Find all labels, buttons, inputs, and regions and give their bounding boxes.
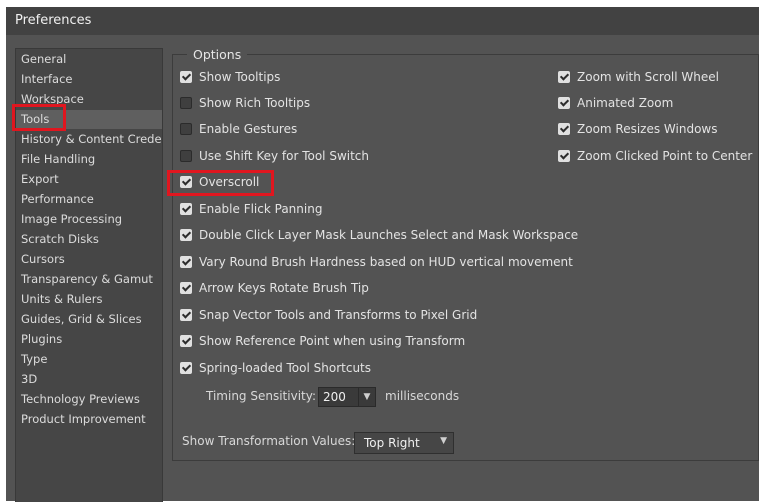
sidebar-item-transparency[interactable]: Transparency & Gamut	[16, 270, 162, 289]
flick-panning-label: Enable Flick Panning	[199, 202, 323, 216]
show-rich-tooltips-checkbox[interactable]	[180, 97, 192, 109]
tools-highlight-box	[12, 104, 66, 131]
animated-zoom-checkbox[interactable]	[558, 97, 570, 109]
flick-panning-checkbox[interactable]	[180, 203, 192, 215]
sidebar-item-cursors[interactable]: Cursors	[16, 250, 162, 269]
layer-mask-select-label: Double Click Layer Mask Launches Select …	[199, 228, 579, 242]
reference-point-label: Show Reference Point when using Transfor…	[199, 334, 466, 348]
sidebar-item-type[interactable]: Type	[16, 350, 162, 369]
brush-hardness-checkbox[interactable]	[180, 256, 192, 268]
chevron-down-icon: ▼	[440, 436, 447, 446]
sidebar-item-3d[interactable]: 3D	[16, 370, 162, 389]
transformation-values-select[interactable]: Top Right ▼	[354, 432, 454, 454]
show-tooltips-checkbox[interactable]	[180, 71, 192, 83]
zoom-scroll-wheel-checkbox[interactable]	[558, 71, 570, 83]
sidebar-item-scratch-disks[interactable]: Scratch Disks	[16, 230, 162, 249]
options-legend: Options	[187, 47, 248, 62]
show-rich-tooltips-label: Show Rich Tooltips	[199, 96, 311, 110]
preferences-window: Preferences General Interface Workspace …	[6, 7, 759, 502]
sidebar-item-performance[interactable]: Performance	[16, 190, 162, 209]
sidebar-item-export[interactable]: Export	[16, 170, 162, 189]
brush-hardness-label: Vary Round Brush Hardness based on HUD v…	[199, 255, 573, 269]
arrow-keys-brush-checkbox[interactable]	[180, 282, 192, 294]
timing-sensitivity-value: 200	[323, 390, 346, 404]
sidebar-item-plugins[interactable]: Plugins	[16, 330, 162, 349]
sidebar-item-units-rulers[interactable]: Units & Rulers	[16, 290, 162, 309]
enable-gestures-checkbox[interactable]	[180, 123, 192, 135]
shift-key-tool-switch-checkbox[interactable]	[180, 150, 192, 162]
sidebar-item-image-processing[interactable]: Image Processing	[16, 210, 162, 229]
timing-sensitivity-label: Timing Sensitivity:	[206, 389, 316, 403]
zoom-clicked-point-label: Zoom Clicked Point to Center	[577, 149, 753, 163]
sidebar-item-general[interactable]: General	[16, 50, 162, 69]
transformation-values-value: Top Right	[364, 436, 420, 450]
chevron-down-icon[interactable]: ▼	[358, 388, 375, 406]
snap-pixel-grid-checkbox[interactable]	[180, 309, 192, 321]
sidebar-item-history[interactable]: History & Content Creden...	[16, 130, 162, 149]
sidebar-item-file-handling[interactable]: File Handling	[16, 150, 162, 169]
zoom-resizes-windows-label: Zoom Resizes Windows	[577, 122, 718, 136]
timing-sensitivity-input[interactable]: 200 ▼	[318, 387, 376, 407]
timing-sensitivity-unit: milliseconds	[385, 389, 460, 403]
arrow-keys-brush-label: Arrow Keys Rotate Brush Tip	[199, 281, 369, 295]
spring-loaded-label: Spring-loaded Tool Shortcuts	[199, 361, 372, 375]
enable-gestures-label: Enable Gestures	[199, 122, 298, 136]
spring-loaded-checkbox[interactable]	[180, 362, 192, 374]
zoom-resizes-windows-checkbox[interactable]	[558, 123, 570, 135]
overscroll-highlight-box	[167, 170, 274, 196]
sidebar-item-guides[interactable]: Guides, Grid & Slices	[16, 310, 162, 329]
transformation-values-label: Show Transformation Values:	[182, 434, 356, 448]
sidebar-item-technology-previews[interactable]: Technology Previews	[16, 390, 162, 409]
sidebar-item-interface[interactable]: Interface	[16, 70, 162, 89]
show-tooltips-label: Show Tooltips	[199, 70, 281, 84]
zoom-clicked-point-checkbox[interactable]	[558, 150, 570, 162]
shift-key-tool-switch-label: Use Shift Key for Tool Switch	[199, 149, 370, 163]
snap-pixel-grid-label: Snap Vector Tools and Transforms to Pixe…	[199, 308, 478, 322]
animated-zoom-label: Animated Zoom	[577, 96, 674, 110]
window-title: Preferences	[15, 13, 92, 28]
reference-point-checkbox[interactable]	[180, 335, 192, 347]
sidebar-item-product-improvement[interactable]: Product Improvement	[16, 410, 162, 429]
layer-mask-select-checkbox[interactable]	[180, 229, 192, 241]
title-bar: Preferences	[6, 7, 759, 35]
zoom-scroll-wheel-label: Zoom with Scroll Wheel	[577, 70, 719, 84]
